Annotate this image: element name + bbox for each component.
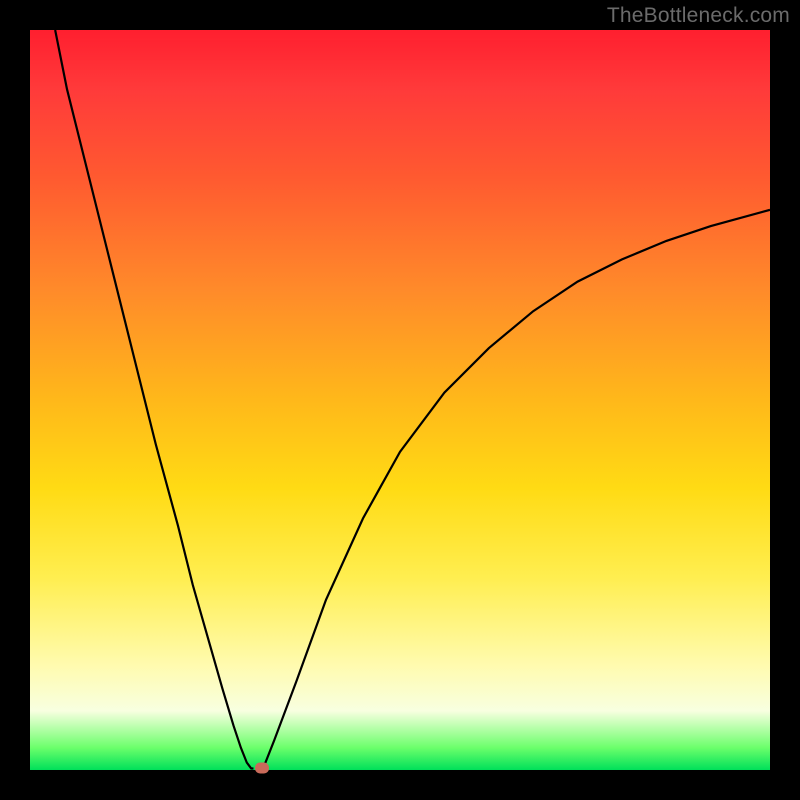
- chart-frame: TheBottleneck.com: [0, 0, 800, 800]
- optimal-point-marker: [255, 762, 269, 773]
- curve-right-branch: [263, 210, 770, 769]
- watermark-text: TheBottleneck.com: [607, 4, 790, 28]
- curve-left-branch: [55, 30, 253, 769]
- plot-area: [30, 30, 770, 770]
- bottleneck-curve: [30, 30, 770, 770]
